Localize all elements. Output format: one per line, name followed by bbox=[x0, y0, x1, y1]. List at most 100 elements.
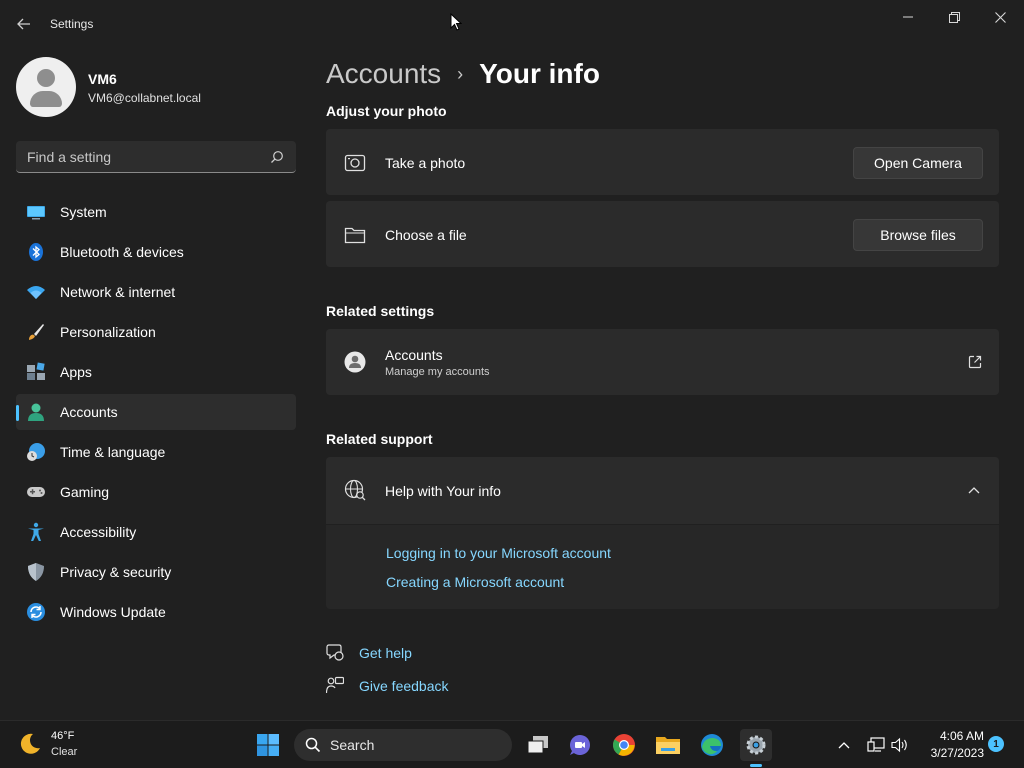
sidebar-item-time-language[interactable]: Time & language bbox=[16, 434, 296, 470]
help-link-logging-in[interactable]: Logging in to your Microsoft account bbox=[386, 545, 611, 561]
network-tray-button[interactable] bbox=[866, 735, 886, 755]
breadcrumb-accounts[interactable]: Accounts bbox=[326, 58, 441, 90]
sidebar-nav: System Bluetooth & devices Network & int… bbox=[16, 194, 296, 634]
sidebar-item-personalization[interactable]: Personalization bbox=[16, 314, 296, 350]
profile-email: VM6@collabnet.local bbox=[88, 91, 201, 105]
folder-icon bbox=[344, 227, 366, 244]
accounts-card-subtitle: Manage my accounts bbox=[385, 366, 490, 378]
section-title-related-support: Related support bbox=[326, 431, 433, 447]
user-profile[interactable]: VM6 VM6@collabnet.local bbox=[16, 57, 296, 117]
minimize-button[interactable] bbox=[888, 6, 928, 28]
give-feedback-link[interactable]: Give feedback bbox=[359, 678, 449, 694]
sidebar-item-system[interactable]: System bbox=[16, 194, 296, 230]
search-input[interactable]: Find a setting bbox=[16, 141, 296, 173]
sidebar-item-label: Time & language bbox=[60, 444, 166, 460]
wifi-icon bbox=[27, 286, 45, 299]
chat-icon bbox=[570, 735, 590, 755]
accounts-link-card[interactable]: Accounts Manage my accounts bbox=[326, 329, 999, 395]
browse-files-button[interactable]: Browse files bbox=[853, 219, 983, 251]
page-title: Your info bbox=[479, 58, 600, 89]
close-button[interactable] bbox=[980, 6, 1020, 28]
volume-icon bbox=[891, 737, 907, 753]
sidebar-item-accessibility[interactable]: Accessibility bbox=[16, 514, 296, 550]
chrome-button[interactable] bbox=[608, 729, 640, 761]
edge-button[interactable] bbox=[696, 729, 728, 761]
sidebar-item-label: Apps bbox=[60, 364, 92, 380]
file-explorer-button[interactable] bbox=[652, 729, 684, 761]
take-photo-card: Take a photo Open Camera bbox=[326, 129, 999, 195]
weather-condition: Clear bbox=[51, 746, 78, 758]
help-expander-content: Logging in to your Microsoft account Cre… bbox=[326, 525, 999, 609]
taskbar: 46°F Clear Search 4:06 AM 3/27/2023 bbox=[0, 720, 1024, 768]
apps-icon bbox=[27, 362, 45, 380]
breadcrumb: Accounts › Your info bbox=[326, 58, 600, 90]
sidebar-item-label: Windows Update bbox=[60, 604, 166, 620]
sidebar-item-network[interactable]: Network & internet bbox=[16, 274, 296, 310]
chevron-up-icon bbox=[968, 487, 980, 494]
windows-logo-icon bbox=[257, 734, 279, 756]
settings-taskbar-button[interactable] bbox=[740, 729, 772, 767]
app-title: Settings bbox=[50, 17, 94, 31]
minimize-icon bbox=[903, 16, 913, 18]
clock-date[interactable]: 3/27/2023 bbox=[920, 746, 984, 760]
folder-icon bbox=[656, 737, 680, 754]
update-icon bbox=[27, 603, 45, 621]
shield-icon bbox=[28, 563, 44, 581]
start-button[interactable] bbox=[252, 729, 284, 761]
task-view-button[interactable] bbox=[522, 729, 554, 761]
get-help-link[interactable]: Get help bbox=[359, 645, 412, 661]
breadcrumb-separator: › bbox=[457, 63, 464, 84]
gamepad-icon bbox=[27, 487, 45, 497]
volume-tray-button[interactable] bbox=[890, 735, 910, 755]
chrome-icon bbox=[613, 734, 635, 756]
open-camera-button[interactable]: Open Camera bbox=[853, 147, 983, 179]
sidebar-item-label: Accounts bbox=[60, 404, 118, 420]
notification-badge[interactable]: 1 bbox=[988, 736, 1004, 752]
chevron-up-icon bbox=[838, 742, 850, 749]
sidebar-item-accounts[interactable]: Accounts bbox=[16, 394, 296, 430]
profile-name: VM6 bbox=[88, 71, 117, 87]
back-button[interactable] bbox=[12, 12, 36, 36]
sidebar-item-privacy[interactable]: Privacy & security bbox=[16, 554, 296, 590]
sidebar-item-windows-update[interactable]: Windows Update bbox=[16, 594, 296, 630]
bluetooth-icon bbox=[29, 243, 43, 261]
help-link-creating-account[interactable]: Creating a Microsoft account bbox=[386, 574, 564, 590]
moon-icon[interactable] bbox=[18, 732, 42, 756]
sidebar-item-label: System bbox=[60, 204, 107, 220]
sidebar-item-label: Bluetooth & devices bbox=[60, 244, 184, 260]
take-photo-label: Take a photo bbox=[385, 155, 466, 171]
sidebar-item-bluetooth[interactable]: Bluetooth & devices bbox=[16, 234, 296, 270]
search-placeholder: Find a setting bbox=[27, 149, 112, 165]
sidebar-item-apps[interactable]: Apps bbox=[16, 354, 296, 390]
sidebar-item-label: Privacy & security bbox=[60, 564, 172, 580]
show-hidden-icons-button[interactable] bbox=[834, 735, 854, 755]
accounts-icon bbox=[28, 403, 44, 421]
choose-file-label: Choose a file bbox=[385, 227, 467, 243]
mouse-cursor-icon bbox=[450, 12, 463, 36]
sidebar-item-label: Network & internet bbox=[60, 284, 176, 300]
gear-icon bbox=[746, 735, 766, 755]
restore-button[interactable] bbox=[934, 6, 974, 28]
clock-time[interactable]: 4:06 AM bbox=[932, 729, 984, 743]
task-view-icon bbox=[527, 736, 548, 754]
feedback-icon bbox=[326, 676, 344, 694]
section-title-adjust-photo: Adjust your photo bbox=[326, 103, 447, 119]
network-icon bbox=[867, 737, 885, 752]
choose-file-card: Choose a file Browse files bbox=[326, 201, 999, 267]
sidebar-item-label: Accessibility bbox=[60, 524, 137, 540]
brush-icon bbox=[29, 324, 44, 340]
sidebar-item-gaming[interactable]: Gaming bbox=[16, 474, 296, 510]
settings-window: Settings VM6 VM6@collabnet.local Find a … bbox=[0, 0, 1024, 720]
accessibility-icon bbox=[28, 522, 44, 541]
help-expander-header[interactable]: Help with Your info bbox=[326, 457, 999, 524]
close-icon bbox=[994, 11, 1006, 23]
help-label: Help with Your info bbox=[385, 483, 501, 499]
section-title-related-settings: Related settings bbox=[326, 303, 435, 319]
clock-globe-icon bbox=[27, 443, 45, 461]
title-bar: Settings bbox=[0, 0, 1024, 48]
taskbar-search[interactable]: Search bbox=[294, 729, 512, 761]
system-icon bbox=[27, 206, 45, 220]
teams-chat-button[interactable] bbox=[564, 729, 596, 761]
avatar bbox=[16, 57, 76, 117]
accounts-card-label: Accounts bbox=[385, 347, 443, 363]
